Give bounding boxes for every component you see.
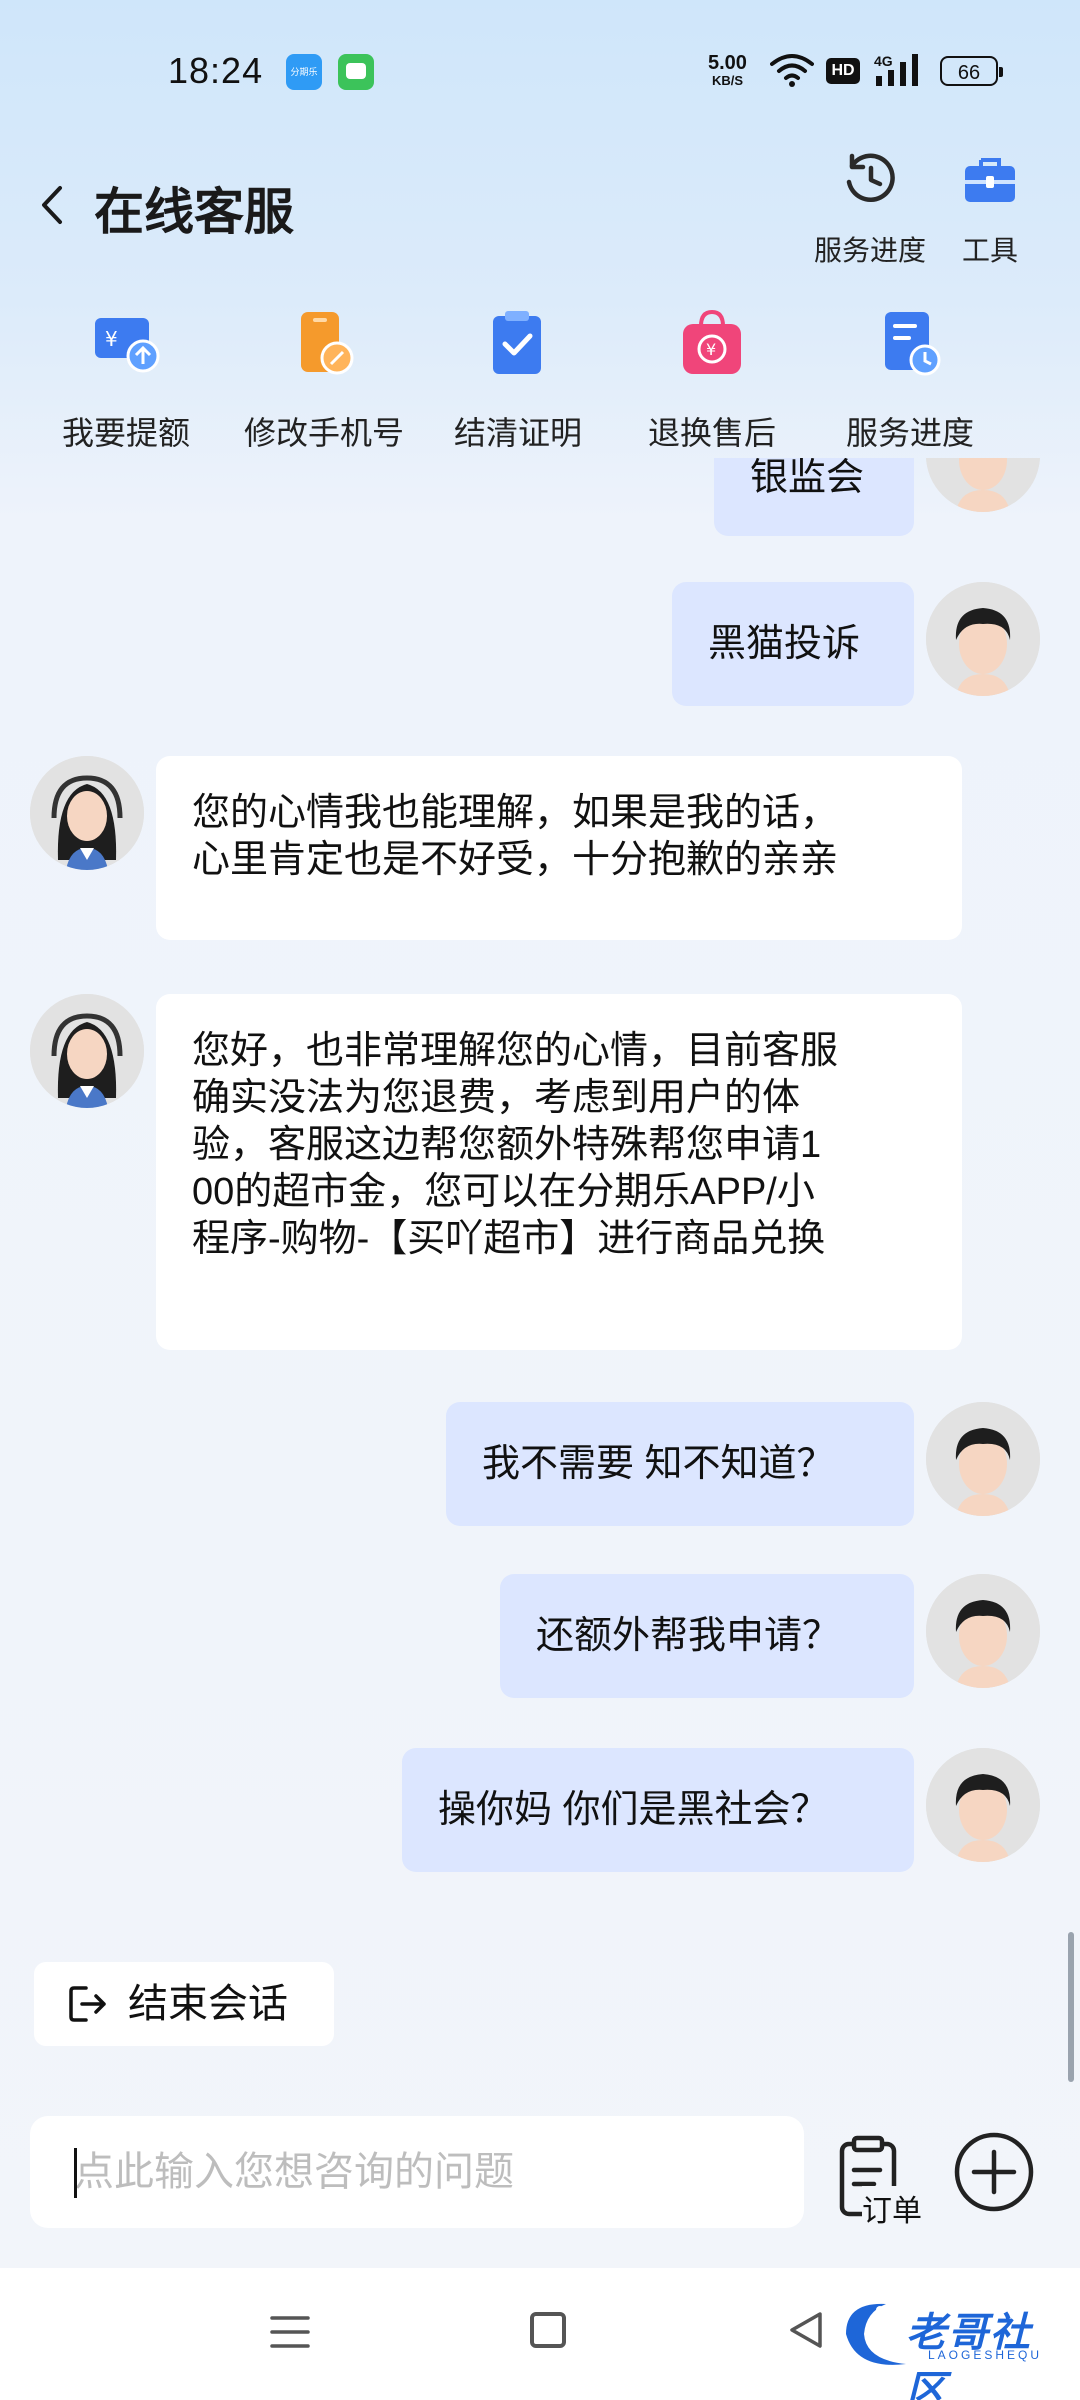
user-message-bubble: 银监会: [714, 458, 914, 536]
agent-avatar[interactable]: [30, 994, 144, 1108]
signal-icon: 4G: [874, 53, 918, 86]
user-message-bubble: 黑猫投诉: [672, 582, 914, 706]
message-text: 还额外帮我申请？: [536, 1615, 841, 1657]
svg-text:¥: ¥: [706, 340, 716, 359]
agent-message-bubble: 您的心情我也能理解，如果是我的话， 心里肯定也是不好受，十分抱歉的亲亲: [156, 756, 962, 940]
user-avatar[interactable]: [926, 1574, 1040, 1688]
text-caret: [74, 2148, 77, 2198]
agent-avatar-icon: [30, 756, 144, 870]
recent-apps-menu-icon[interactable]: [270, 2312, 310, 2352]
watermark-subtext: LAOGESHEQU: [928, 2348, 1043, 2362]
end-chat-label: 结束会话: [128, 1982, 288, 2026]
message-line: 00的超市金，您可以在分期乐APP/小: [192, 1171, 815, 1213]
status-time: 18:24: [168, 50, 264, 91]
user-avatar-icon: [926, 1402, 1040, 1516]
wifi-icon: [770, 54, 814, 87]
message-line: 确实没法为您退费，考虑到用户的体: [192, 1077, 801, 1119]
header-service-progress-button[interactable]: 服务进度: [810, 148, 930, 269]
network-speed-unit: KB/S: [711, 73, 743, 88]
quick-action-label: 退换售后: [647, 415, 776, 451]
user-message-bubble: 还额外帮我申请？: [500, 1574, 914, 1698]
message-line: 验，客服这边帮您额外特殊帮您申请1: [192, 1124, 822, 1166]
message-line: 您好，也非常理解您的心情，目前客服: [192, 1030, 839, 1072]
clock-history-icon: [846, 153, 895, 203]
quick-action-return-service[interactable]: ¥ 退换售后: [640, 308, 784, 454]
message-text: 黑猫投诉: [708, 623, 861, 665]
agent-message-bubble: 您好，也非常理解您的心情，目前客服 确实没法为您退费，考虑到用户的体 验，客服这…: [156, 994, 962, 1350]
quick-action-label: 结清证明: [453, 415, 582, 451]
wallet-up-icon: ¥: [95, 318, 160, 373]
agent-avatar[interactable]: [30, 756, 144, 870]
clipboard-check-icon: [493, 311, 541, 374]
page-title: 在线客服: [94, 184, 294, 240]
quick-action-raise-limit[interactable]: ¥ 我要提额: [54, 308, 198, 454]
exit-icon: [69, 1986, 106, 2022]
home-button[interactable]: [530, 2312, 566, 2348]
battery-indicator: 66: [940, 56, 1003, 86]
agent-avatar-icon: [30, 994, 144, 1108]
header-tools-label: 工具: [961, 235, 1018, 266]
quick-action-label: 服务进度: [845, 415, 974, 451]
message-line: 您的心情我也能理解，如果是我的话，: [192, 792, 839, 834]
network-speed: 5.00 KB/S: [708, 52, 747, 90]
message-text: 银监会: [750, 458, 865, 499]
community-watermark: 老哥社区 LAOGESHEQU: [836, 2294, 1066, 2400]
chat-scrollbar[interactable]: [1068, 1932, 1074, 2082]
user-message-bubble: 操你妈 你们是黑社会？: [402, 1748, 914, 1872]
order-label[interactable]: 订单: [862, 2186, 922, 2230]
message-line: 心里肯定也是不好受，十分抱歉的亲亲: [192, 839, 839, 881]
question-input[interactable]: [30, 2116, 804, 2228]
phone-edit-icon: [301, 312, 354, 375]
shopping-bag-icon: ¥: [683, 309, 741, 374]
status-bar: 18:24 分期乐 5.00 KB/S HD 4G 66: [0, 0, 1080, 140]
quick-action-label: 修改手机号: [243, 415, 404, 451]
header-service-progress-label: 服务进度: [813, 235, 926, 266]
quick-action-settlement-proof[interactable]: 结清证明: [446, 308, 590, 454]
dragon-logo-icon: [846, 2303, 906, 2365]
header-tools-button[interactable]: 工具: [950, 148, 1030, 269]
app-notification-icon: 分期乐: [286, 54, 322, 90]
message-text: 操你妈 你们是黑社会？: [438, 1789, 829, 1831]
quick-action-service-progress[interactable]: 服务进度: [838, 308, 982, 454]
user-avatar-icon: [926, 1748, 1040, 1862]
message-notification-icon: [338, 54, 374, 90]
user-avatar[interactable]: [926, 582, 1040, 696]
back-button[interactable]: [34, 180, 70, 230]
quick-action-label: 我要提额: [61, 415, 190, 451]
document-clock-icon: [885, 312, 941, 376]
user-avatar[interactable]: [926, 1748, 1040, 1862]
network-type-label: 4G: [874, 53, 893, 69]
user-avatar[interactable]: [926, 1402, 1040, 1516]
hd-voice-icon: HD: [826, 58, 860, 84]
chat-message-list[interactable]: 银监会 黑猫投诉 您的心情我也能理解，如果是我的话， 心里肯定也是不好受，十分抱…: [0, 458, 1080, 2018]
customer-service-screen: 18:24 分期乐 5.00 KB/S HD 4G 66 在线客服 服务进度 工…: [0, 0, 1080, 2400]
toolbox-icon: [965, 158, 1015, 202]
message-line: 程序-购物-【买吖超市】进行商品兑换: [192, 1218, 826, 1260]
message-text: 我不需要 知不知道？: [482, 1443, 835, 1485]
user-avatar-icon: [926, 458, 1040, 512]
end-chat-button[interactable]: 结束会话: [34, 1962, 334, 2046]
system-navigation-bar: 老哥社区 LAOGESHEQU: [0, 2268, 1080, 2400]
user-avatar-icon: [926, 1574, 1040, 1688]
user-message-bubble: 我不需要 知不知道？: [446, 1402, 914, 1526]
quick-action-change-phone[interactable]: 修改手机号: [234, 308, 414, 454]
network-speed-value: 5.00: [708, 52, 747, 74]
user-avatar-icon: [926, 582, 1040, 696]
add-attachment-button[interactable]: [952, 2130, 1036, 2214]
quick-actions-bar: ¥ 我要提额 修改手机号 结清证明 ¥ 退换售后 服务进度: [0, 308, 1080, 458]
svg-text:¥: ¥: [105, 327, 118, 351]
back-triangle-icon[interactable]: [786, 2310, 826, 2350]
user-avatar[interactable]: [926, 458, 1040, 512]
